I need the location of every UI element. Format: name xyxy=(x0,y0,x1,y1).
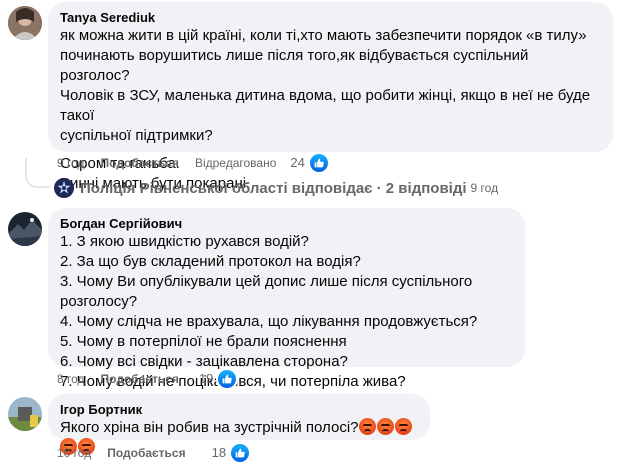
angry-face-emoji-icon xyxy=(376,418,394,435)
comment-line: 6. Чому всі свідки - зацікавлена сторона… xyxy=(60,353,348,370)
thread-connector xyxy=(25,158,50,188)
police-badge-icon xyxy=(57,181,71,194)
reaction-summary[interactable]: 24 xyxy=(290,152,330,174)
replies-timestamp: 9 год xyxy=(470,181,499,195)
avatar[interactable] xyxy=(8,397,42,431)
angry-face-emoji-icon xyxy=(358,418,376,435)
comment-text: 1. З якою швидкістю рухався водій? 2. За… xyxy=(60,232,513,392)
comment-line: Чоловік в ЗСУ, маленька дитина вдома, що… xyxy=(60,87,591,124)
reaction-count: 18 xyxy=(211,445,227,460)
comment-line: як можна жити в цій країні, коли ті,хто … xyxy=(60,27,587,44)
comment-timestamp[interactable]: 10 год xyxy=(57,445,91,461)
comment-author[interactable]: Ігор Бортник xyxy=(60,402,418,418)
comment-author[interactable]: Богдан Сергійович xyxy=(60,216,513,232)
comment-line: 3. Чому Ви опублікували цей допис лише п… xyxy=(60,273,473,310)
comment-bubble: Tanya Serediuk як можна жити в цій країн… xyxy=(48,2,613,192)
avatar[interactable] xyxy=(8,6,42,40)
comment-line: починають ворушитись лише після того,як … xyxy=(60,47,529,84)
comment-bubble: Ігор Бортник Якого хріна він робив на зу… xyxy=(48,394,430,455)
view-replies-link[interactable]: Поліція Рівненської області відповідає ·… xyxy=(54,176,498,200)
user-photo-icon xyxy=(8,397,42,431)
comment-line: 4. Чому слідча не врахувала, що лікуванн… xyxy=(60,313,478,330)
reaction-count: 19 xyxy=(198,371,214,386)
user-photo-icon xyxy=(8,6,42,40)
like-button[interactable]: Подобається xyxy=(107,445,185,461)
reaction-count: 24 xyxy=(290,155,305,170)
comment-timestamp[interactable]: 8 год xyxy=(57,371,85,387)
avatar[interactable] xyxy=(8,212,42,246)
comment-line: суспільної підтримки? xyxy=(60,127,213,144)
angry-face-emoji-icon xyxy=(394,418,412,435)
like-button[interactable]: Подобається xyxy=(101,155,179,171)
comment-line: 1. З якою швидкістю рухався водій? xyxy=(60,233,309,250)
police-page-avatar xyxy=(54,178,74,198)
replies-label[interactable]: Поліція Рівненської області відповідає ·… xyxy=(80,180,467,197)
like-button[interactable]: Подобається xyxy=(101,371,179,387)
comment-line: 2. За що був складений протокол на водія… xyxy=(60,253,361,270)
user-photo-icon xyxy=(8,212,42,246)
comment-line: Якого хріна він робив на зустрічній поло… xyxy=(60,419,359,436)
comment-bubble: Богдан Сергійович 1. З якою швидкістю ру… xyxy=(48,208,525,390)
comment-actions: 10 год Подобається 18 xyxy=(57,442,252,464)
comment-line: 5. Чому в потерпілої не брали пояснення xyxy=(60,333,347,350)
comment-actions: 9 год Подобається Відредаговано 24 xyxy=(57,152,330,174)
like-reaction-icon xyxy=(216,368,239,390)
reaction-summary[interactable]: 19 xyxy=(198,368,239,390)
comment-author[interactable]: Tanya Serediuk xyxy=(60,10,601,26)
comment-timestamp[interactable]: 9 год xyxy=(57,155,85,171)
comment-actions: 8 год Подобається 19 xyxy=(57,368,239,390)
like-reaction-icon xyxy=(307,152,330,174)
edited-label[interactable]: Відредаговано xyxy=(195,155,276,171)
